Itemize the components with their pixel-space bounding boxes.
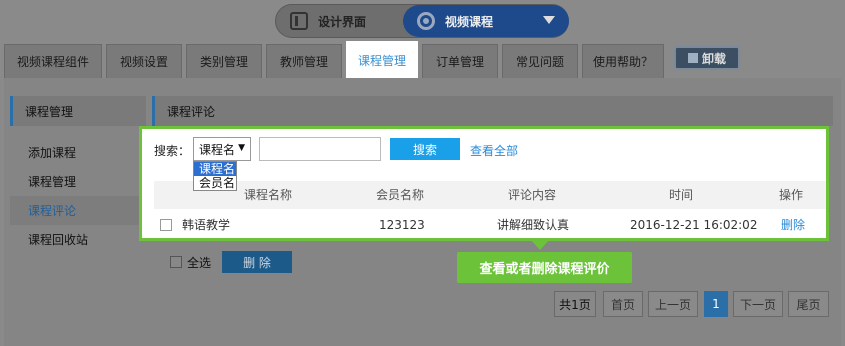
design-icon [290, 12, 308, 30]
gear-icon [417, 12, 435, 30]
last-page-button[interactable]: 尾页 [788, 291, 829, 317]
page-total: 共1页 [554, 291, 596, 317]
tab-label: 教师管理 [279, 55, 328, 69]
sidebar-item-course-management[interactable]: 课程管理 [10, 167, 146, 196]
mode-switch: 设计界面 视频课程 [275, 4, 569, 38]
sidebar-item-add-course[interactable]: 添加课程 [10, 138, 146, 167]
header-action: 操作 [779, 188, 804, 202]
sidebar-title: 课程管理 [10, 96, 146, 126]
tab-teacher[interactable]: 教师管理 [266, 44, 342, 78]
bulk-delete-button[interactable]: 删 除 [222, 251, 292, 273]
tab-label: 视频设置 [119, 55, 168, 69]
tab-label: 视频课程组件 [16, 55, 89, 69]
tab-label: 课程管理 [357, 54, 406, 68]
search-field-select[interactable]: 课程名 ▼ [193, 137, 251, 161]
table-row: 韩语教学 123123 讲解细致认真 2016-12-21 16:02:02 删… [154, 211, 826, 239]
cell-comment: 讲解细致认真 [497, 218, 570, 232]
cell-member: 123123 [379, 218, 425, 232]
prev-page-button[interactable]: 上一页 [648, 291, 698, 317]
first-page-button[interactable]: 首页 [603, 291, 643, 317]
chevron-down-icon[interactable] [543, 16, 555, 24]
view-all-link[interactable]: 查看全部 [470, 142, 518, 159]
header-comment: 评论内容 [508, 188, 557, 202]
section-title: 课程评论 [152, 96, 833, 126]
comment-panel: 搜索： 课程名 ▼ 课程名 会员名 搜索 查看全部 课程名称 会员名称 评论内容… [139, 126, 829, 241]
tab-video-settings[interactable]: 视频设置 [106, 44, 182, 78]
course-mode-button[interactable]: 视频课程 [403, 5, 569, 37]
header-member: 会员名称 [376, 188, 425, 202]
tooltip-callout: 查看或者删除课程评价 [457, 252, 632, 283]
tab-label: 常见问题 [515, 55, 564, 69]
current-page[interactable]: 1 [704, 291, 728, 317]
select-all-label: 全选 [187, 256, 212, 270]
search-input[interactable] [259, 137, 381, 161]
sidebar-item-recycle-bin[interactable]: 课程回收站 [10, 225, 146, 254]
select-value: 课程名 [199, 142, 236, 157]
design-mode-label: 设计界面 [318, 14, 367, 29]
tab-course-management[interactable]: 课程管理 [346, 41, 418, 79]
unload-label: 卸载 [701, 51, 726, 66]
tooltip-arrow [531, 240, 549, 250]
tab-category[interactable]: 类别管理 [186, 44, 262, 78]
sidebar: 课程管理 添加课程 课程管理 课程评论 课程回收站 [10, 96, 146, 254]
row-checkbox[interactable] [160, 219, 172, 231]
search-button[interactable]: 搜索 [390, 138, 460, 160]
unload-button[interactable]: 卸载 [674, 46, 740, 70]
tab-course-components[interactable]: 视频课程组件 [4, 44, 102, 78]
next-page-button[interactable]: 下一页 [733, 291, 783, 317]
header-course: 课程名称 [244, 188, 293, 202]
cell-time: 2016-12-21 16:02:02 [630, 218, 758, 232]
tab-help[interactable]: 使用帮助？ [582, 44, 664, 78]
dropdown-arrow-icon: ▼ [238, 143, 245, 153]
header-time: 时间 [669, 188, 694, 202]
cell-course: 韩语教学 [182, 218, 231, 232]
course-mode-label: 视频课程 [445, 14, 494, 29]
search-field-dropdown: 课程名 会员名 [193, 161, 237, 191]
tab-faq[interactable]: 常见问题 [502, 44, 578, 78]
tab-label: 类别管理 [199, 55, 248, 69]
tab-orders[interactable]: 订单管理 [422, 44, 498, 78]
tab-label: 使用帮助？ [592, 55, 653, 69]
design-mode-button[interactable]: 设计界面 [276, 5, 404, 37]
dropdown-option-course[interactable]: 课程名 [194, 162, 236, 176]
select-all-checkbox[interactable] [170, 256, 182, 268]
tab-label: 订单管理 [435, 55, 484, 69]
dropdown-option-member[interactable]: 会员名 [194, 176, 236, 190]
table-header: 课程名称 会员名称 评论内容 时间 操作 [154, 181, 826, 209]
unload-icon [687, 53, 698, 63]
search-label: 搜索： [154, 144, 191, 158]
delete-link[interactable]: 删除 [781, 211, 805, 239]
sidebar-item-course-comments[interactable]: 课程评论 [10, 196, 146, 225]
